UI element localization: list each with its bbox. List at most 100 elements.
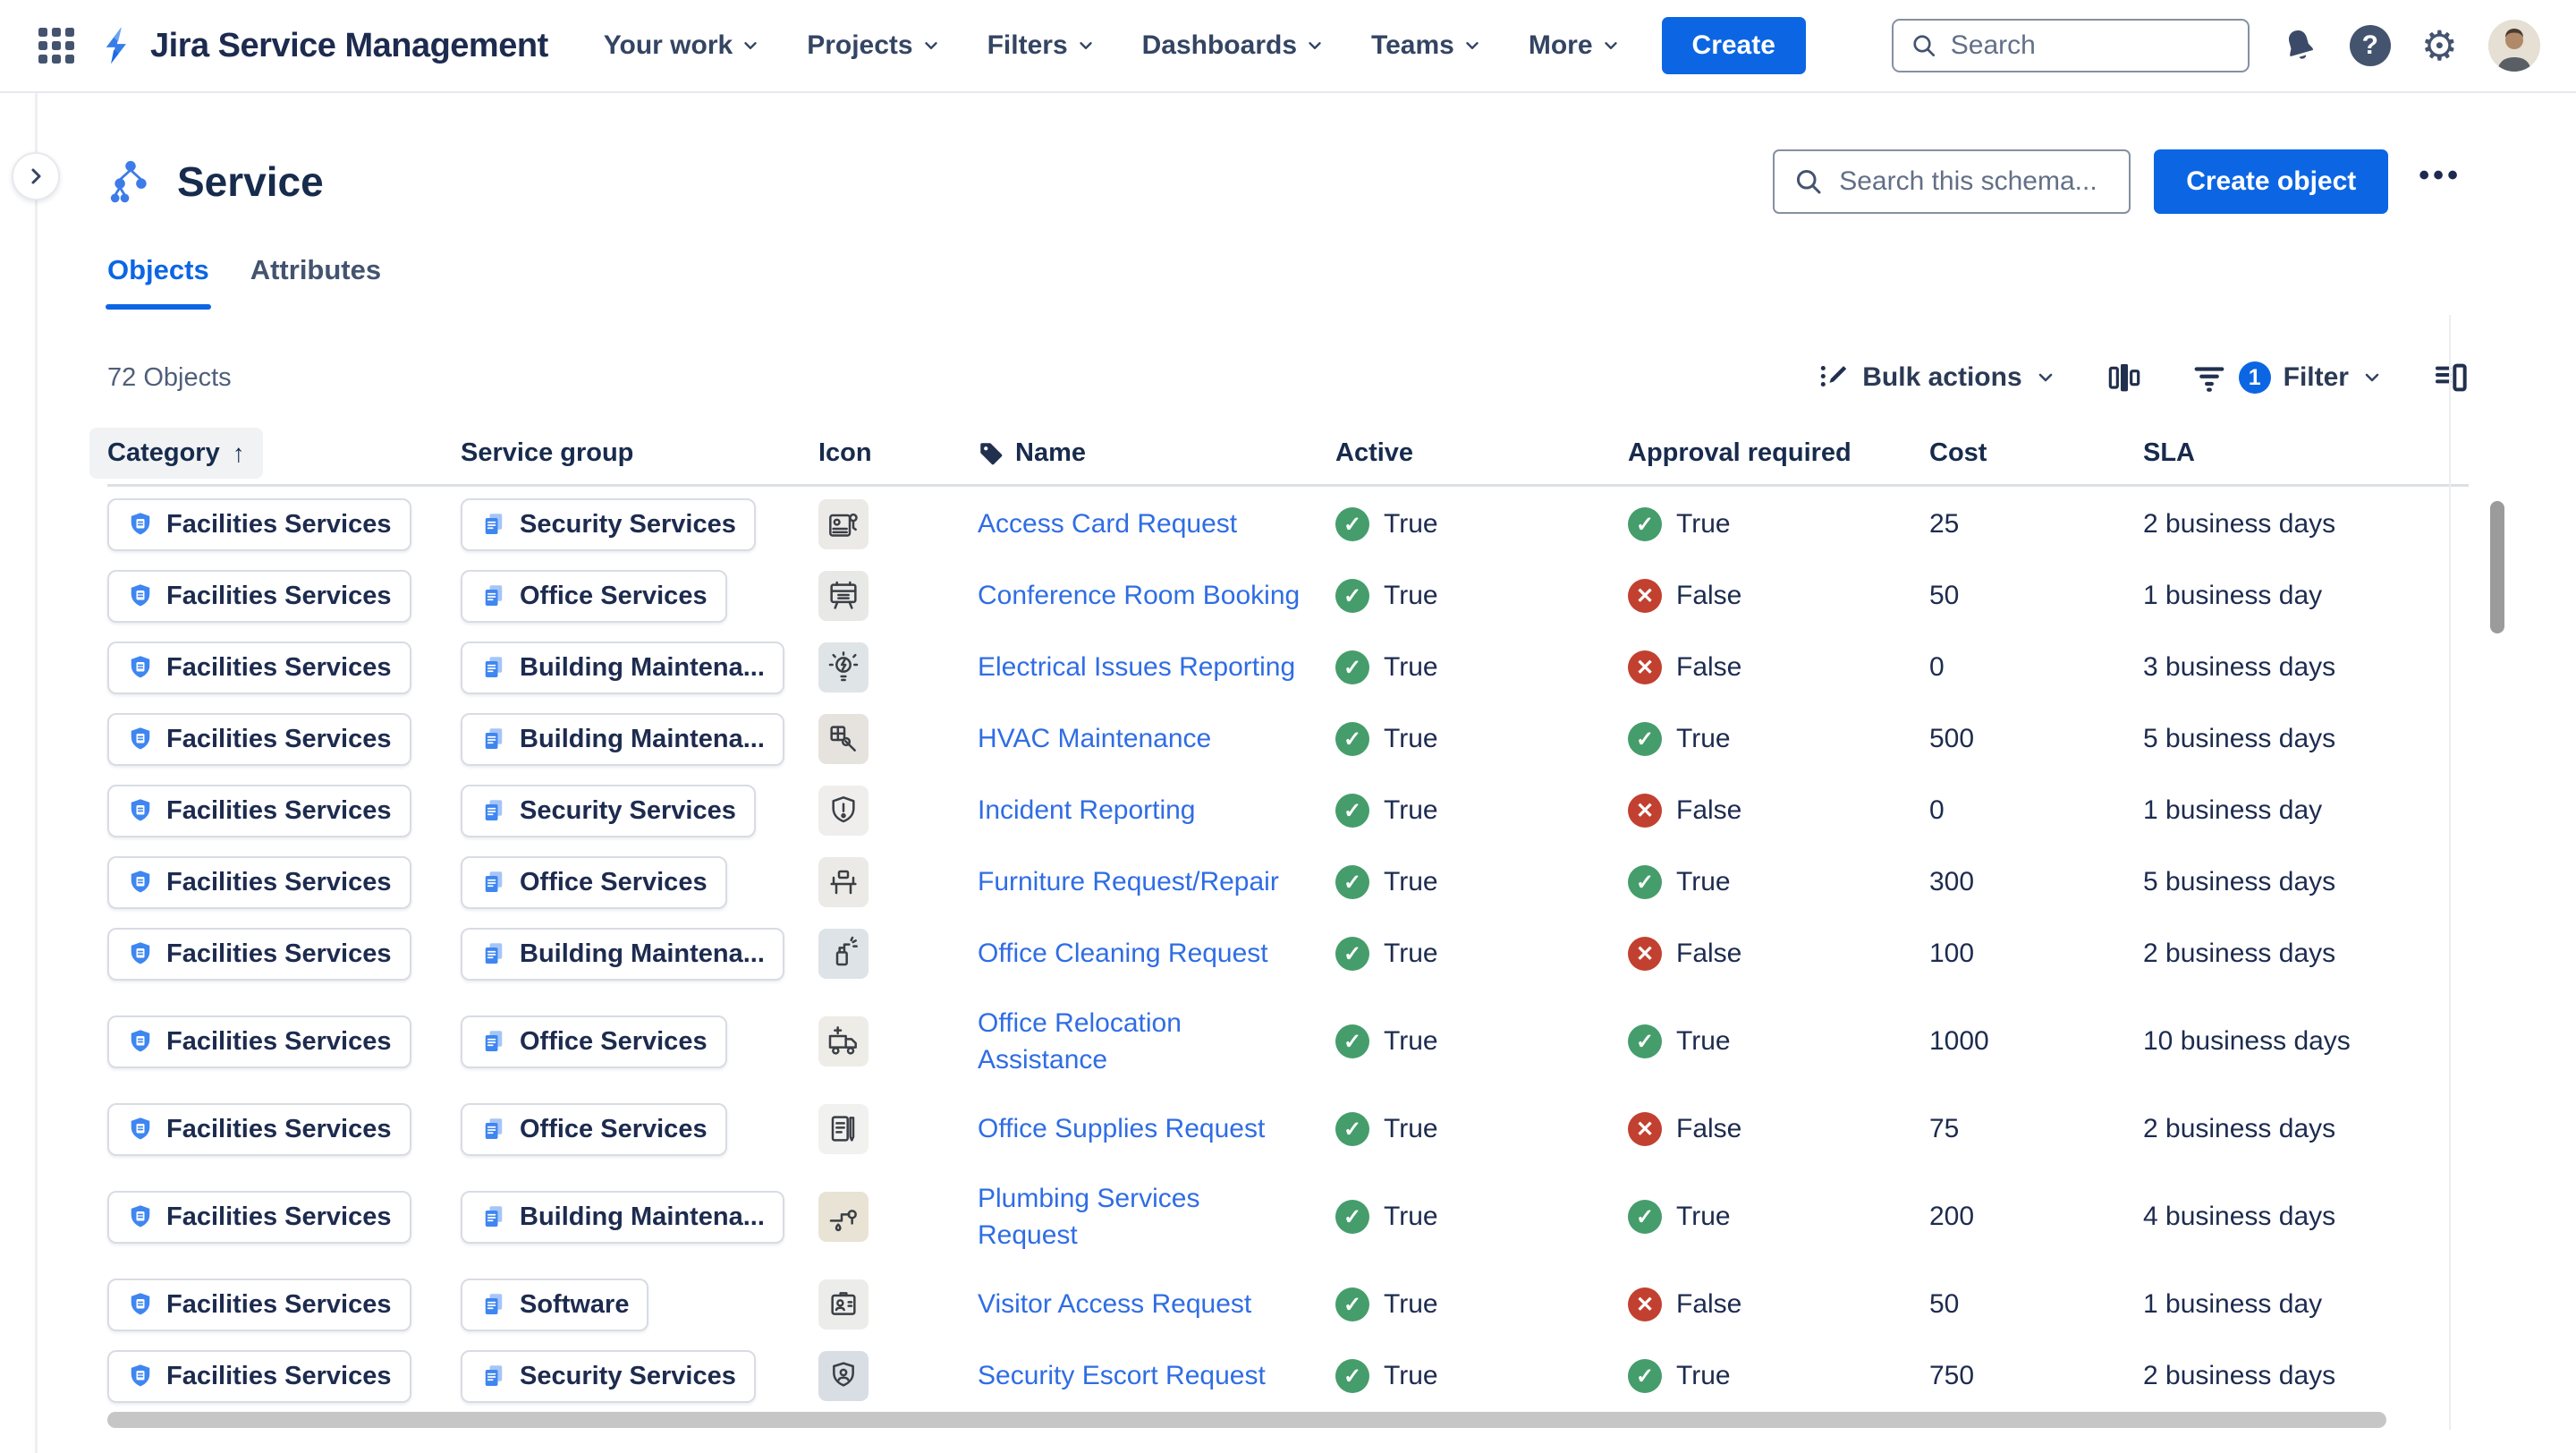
global-search-input[interactable]: Search — [1892, 19, 2250, 72]
service-group-chip[interactable]: Building Maintena... — [461, 928, 784, 981]
service-group-chip[interactable]: Security Services — [461, 498, 756, 551]
filter-button[interactable]: 1 Filter — [2192, 361, 2383, 395]
detail-view-icon[interactable] — [2433, 360, 2469, 395]
category-chip[interactable]: Facilities Services — [107, 785, 411, 837]
table-toolbar: 72 Objects Bulk actions — [107, 349, 2469, 406]
schema-search-input[interactable]: Search this schema... — [1773, 149, 2131, 214]
object-name-link[interactable]: Security Escort Request — [978, 1357, 1266, 1394]
approval-value: True — [1676, 724, 1731, 754]
category-chip[interactable]: Facilities Services — [107, 1279, 411, 1331]
access-card-icon — [818, 499, 869, 549]
category-label: Facilities Services — [166, 796, 392, 826]
x-circle-icon: ✕ — [1628, 1287, 1662, 1321]
object-name-link[interactable]: HVAC Maintenance — [978, 720, 1211, 757]
column-header-cost[interactable]: Cost — [1929, 438, 2143, 468]
documents-icon — [480, 1116, 507, 1143]
sort-ascending-icon: ↑ — [233, 439, 245, 468]
category-label: Facilities Services — [166, 1202, 392, 1232]
column-header-icon[interactable]: Icon — [818, 438, 978, 468]
object-name-link[interactable]: Electrical Issues Reporting — [978, 649, 1295, 685]
column-header-sla[interactable]: SLA — [2143, 438, 2469, 468]
search-icon — [1792, 166, 1825, 198]
category-label: Facilities Services — [166, 1362, 392, 1391]
hvac-icon — [818, 714, 869, 764]
table-row: Facilities Services Security Services Secu… — [107, 1340, 2469, 1412]
object-name-link[interactable]: Plumbing Services Request — [978, 1180, 1199, 1254]
tab-divider — [107, 306, 2451, 309]
settings-gear-icon[interactable]: ⚙ — [2421, 25, 2458, 66]
nav-item-dashboards[interactable]: Dashboards — [1142, 30, 1325, 61]
category-chip[interactable]: Facilities Services — [107, 498, 411, 551]
nav-item-filters[interactable]: Filters — [987, 30, 1096, 61]
column-header-approval-required[interactable]: Approval required — [1628, 438, 1929, 468]
service-group-label: Office Services — [520, 1115, 708, 1144]
nav-item-teams[interactable]: Teams — [1371, 30, 1482, 61]
active-value: True — [1384, 724, 1438, 754]
object-name-link[interactable]: Conference Room Booking — [978, 577, 1300, 614]
horizontal-scrollbar[interactable] — [107, 1412, 2386, 1428]
bulk-actions-button[interactable]: Bulk actions — [1818, 361, 2055, 394]
active-value: True — [1384, 652, 1438, 683]
object-name-link[interactable]: Office Relocation Assistance — [978, 1005, 1182, 1079]
service-group-chip[interactable]: Office Services — [461, 570, 727, 623]
category-chip[interactable]: Facilities Services — [107, 1103, 411, 1156]
service-group-label: Office Services — [520, 868, 708, 897]
category-chip[interactable]: Facilities Services — [107, 928, 411, 981]
service-group-chip[interactable]: Building Maintena... — [461, 713, 784, 766]
nav-item-projects[interactable]: Projects — [807, 30, 940, 61]
table-row: Facilities Services Building Maintena... E… — [107, 632, 2469, 703]
category-chip[interactable]: Facilities Services — [107, 570, 411, 623]
category-chip[interactable]: Facilities Services — [107, 1350, 411, 1403]
app-switcher-icon[interactable] — [36, 25, 77, 66]
security-escort-icon — [818, 1351, 869, 1401]
tab-attributes[interactable]: Attributes — [250, 254, 381, 310]
furniture-icon — [818, 857, 869, 907]
service-group-chip[interactable]: Office Services — [461, 856, 727, 909]
nav-menus: Your work Projects Filters Dashboards Teams M… — [604, 30, 1621, 61]
category-chip[interactable]: Facilities Services — [107, 642, 411, 694]
column-header-service-group[interactable]: Service group — [461, 438, 818, 468]
create-object-button[interactable]: Create object — [2154, 149, 2388, 214]
object-name-link[interactable]: Access Card Request — [978, 506, 1237, 542]
approval-value: True — [1676, 1361, 1731, 1391]
notifications-bell-icon[interactable] — [2280, 26, 2319, 65]
category-chip[interactable]: Facilities Services — [107, 713, 411, 766]
object-name-link[interactable]: Visitor Access Request — [978, 1286, 1251, 1322]
service-group-chip[interactable]: Building Maintena... — [461, 1191, 784, 1244]
tab-objects[interactable]: Objects — [107, 254, 209, 310]
create-button[interactable]: Create — [1662, 17, 1806, 74]
nav-item-more[interactable]: More — [1529, 30, 1621, 61]
vertical-scrollbar[interactable] — [2490, 501, 2504, 633]
service-group-chip[interactable]: Security Services — [461, 1350, 756, 1403]
shield-icon — [127, 1116, 154, 1143]
help-icon[interactable]: ? — [2350, 25, 2391, 66]
more-options-icon[interactable]: ••• — [2411, 158, 2469, 206]
expand-sidebar-button[interactable] — [12, 152, 60, 200]
bulk-edit-icon — [1818, 361, 1850, 394]
service-group-chip[interactable]: Office Services — [461, 1103, 727, 1156]
column-header-name[interactable]: Name — [978, 438, 1335, 468]
object-name-link[interactable]: Incident Reporting — [978, 792, 1196, 828]
object-count: 72 Objects — [107, 363, 232, 393]
object-name-link[interactable]: Office Supplies Request — [978, 1110, 1265, 1147]
board-view-icon[interactable] — [2106, 360, 2142, 395]
product-logo[interactable]: Jira Service Management — [97, 25, 548, 66]
object-name-link[interactable]: Furniture Request/Repair — [978, 863, 1279, 900]
category-label: Facilities Services — [166, 939, 392, 969]
object-name-link[interactable]: Office Cleaning Request — [978, 935, 1268, 972]
service-group-chip[interactable]: Building Maintena... — [461, 642, 784, 694]
filter-label: Filter — [2284, 362, 2349, 393]
service-group-chip[interactable]: Office Services — [461, 1015, 727, 1068]
user-avatar[interactable] — [2488, 20, 2540, 72]
service-group-chip[interactable]: Security Services — [461, 785, 756, 837]
column-header-category[interactable]: Category↑ — [107, 428, 461, 479]
category-chip[interactable]: Facilities Services — [107, 1015, 411, 1068]
column-header-active[interactable]: Active — [1335, 438, 1628, 468]
check-circle-icon: ✓ — [1628, 1359, 1662, 1393]
category-chip[interactable]: Facilities Services — [107, 856, 411, 909]
service-group-chip[interactable]: Software — [461, 1279, 648, 1331]
category-chip[interactable]: Facilities Services — [107, 1191, 411, 1244]
cost-value: 750 — [1929, 1361, 1974, 1391]
nav-item-your-work[interactable]: Your work — [604, 30, 760, 61]
table-row: Facilities Services Security Services Inci… — [107, 775, 2469, 846]
